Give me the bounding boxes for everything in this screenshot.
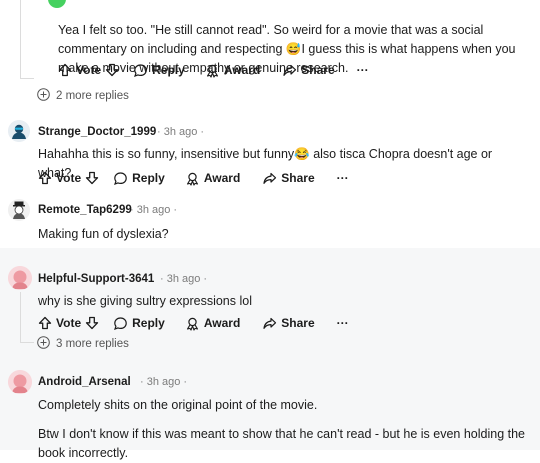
comment-username[interactable]: Remote_Tap6299 xyxy=(38,204,132,216)
reply-label: Reply xyxy=(152,63,185,77)
comment-timestamp: · 3h ago · xyxy=(157,126,205,138)
award-label: Award xyxy=(203,316,241,330)
award-button[interactable]: Award xyxy=(205,63,260,78)
comment-timestamp: · 3h ago · xyxy=(130,204,178,216)
vote-label: Vote xyxy=(56,171,82,185)
downvote-icon[interactable] xyxy=(85,171,99,185)
award-icon xyxy=(185,171,200,186)
reply-button[interactable]: Reply xyxy=(113,316,165,331)
downvote-icon[interactable] xyxy=(85,316,99,330)
reply-icon xyxy=(113,316,128,331)
reply-button[interactable]: Reply xyxy=(113,171,165,186)
comment-text: Completely shits on the original point o… xyxy=(38,398,318,412)
avatar[interactable] xyxy=(8,120,30,142)
award-icon xyxy=(205,63,220,78)
upvote-icon[interactable] xyxy=(38,316,52,330)
reply-icon xyxy=(133,63,148,78)
vote-label: Vote xyxy=(76,63,102,77)
more-icon[interactable]: ··· xyxy=(337,171,349,185)
avatar-image xyxy=(8,266,32,290)
vote-control: Vote xyxy=(38,171,99,185)
share-icon xyxy=(282,63,297,78)
share-button[interactable]: Share xyxy=(262,316,315,331)
thread-line xyxy=(20,0,21,78)
more-replies-label: 2 more replies xyxy=(56,90,129,102)
award-label: Award xyxy=(223,63,261,77)
more-replies-label: 3 more replies xyxy=(56,338,129,350)
share-icon xyxy=(262,171,277,186)
award-button[interactable]: Award xyxy=(185,316,240,331)
vote-control: Vote xyxy=(38,316,99,330)
comment-text: why is she giving sultry expressions lol xyxy=(38,294,252,308)
avatar[interactable] xyxy=(8,199,30,221)
comment-timestamp: · 3h ago · xyxy=(140,376,188,388)
avatar[interactable] xyxy=(48,0,66,8)
comment-actions: Vote Reply Award Share ··· xyxy=(38,170,349,186)
vote-control: Vote xyxy=(58,63,119,77)
avatar-image xyxy=(8,199,30,221)
share-button[interactable]: Share xyxy=(282,63,335,78)
plus-circle-icon xyxy=(37,88,50,104)
comment-username[interactable]: Android_Arsenal xyxy=(38,376,131,388)
reply-label: Reply xyxy=(132,316,165,330)
thread-line xyxy=(20,78,34,79)
award-icon xyxy=(185,316,200,331)
thread-line xyxy=(20,342,34,343)
avatar-image xyxy=(8,370,32,394)
comment-text: Making fun of dyslexia? xyxy=(38,227,169,241)
thread-line xyxy=(20,292,21,342)
share-label: Share xyxy=(281,316,315,330)
share-label: Share xyxy=(281,171,315,185)
award-button[interactable]: Award xyxy=(185,171,240,186)
downvote-icon[interactable] xyxy=(105,63,119,77)
avatar[interactable] xyxy=(8,266,32,290)
avatar[interactable] xyxy=(8,370,32,394)
vote-label: Vote xyxy=(56,316,82,330)
reply-icon xyxy=(113,171,128,186)
more-replies-link[interactable]: 3 more replies xyxy=(37,336,129,352)
comment-timestamp: · 3h ago · xyxy=(160,273,208,285)
avatar-image xyxy=(8,120,30,142)
reply-label: Reply xyxy=(132,171,165,185)
award-label: Award xyxy=(203,171,241,185)
upvote-icon[interactable] xyxy=(58,63,72,77)
plus-circle-icon xyxy=(37,336,50,352)
share-label: Share xyxy=(301,63,335,77)
share-icon xyxy=(262,316,277,331)
more-icon[interactable]: ··· xyxy=(337,316,349,330)
comment-text: Btw I don't know if this was meant to sh… xyxy=(38,427,525,460)
comment-username[interactable]: Helpful-Support-3641 xyxy=(38,273,154,285)
upvote-icon[interactable] xyxy=(38,171,52,185)
more-replies-link[interactable]: 2 more replies xyxy=(37,88,129,104)
more-icon[interactable]: ··· xyxy=(357,63,369,77)
comment-username[interactable]: Strange_Doctor_1999 xyxy=(38,126,156,138)
comment-actions: Vote Reply Award Share ··· xyxy=(38,315,349,331)
reply-button[interactable]: Reply xyxy=(133,63,185,78)
share-button[interactable]: Share xyxy=(262,171,315,186)
comment-actions: Vote Reply Award Share ··· xyxy=(58,62,369,78)
